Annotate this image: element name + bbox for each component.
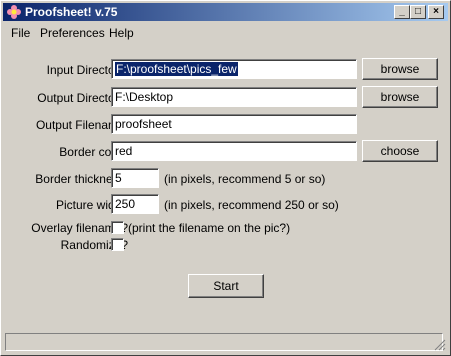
border-thickness-hint: (in pixels, recommend 5 or so): [164, 172, 326, 186]
maximize-icon: □: [414, 6, 422, 17]
start-button[interactable]: Start: [188, 274, 264, 298]
resize-grip-icon[interactable]: [434, 339, 446, 351]
window-title: Proofsheet! v.75: [25, 5, 118, 19]
output-directory-browse-button[interactable]: browse: [362, 86, 438, 108]
randomize-checkbox[interactable]: [111, 238, 124, 251]
minimize-icon: _: [399, 6, 405, 17]
input-directory-value: F:\proofsheet\pics_few: [115, 62, 238, 76]
menu-bar: File Preferences Help: [3, 23, 448, 41]
menu-help[interactable]: Help: [109, 26, 134, 40]
title-bar[interactable]: Proofsheet! v.75 _ □ ×: [3, 3, 448, 21]
minimize-button[interactable]: _: [394, 5, 410, 19]
overlay-filename-checkbox[interactable]: [111, 221, 124, 234]
border-color-field[interactable]: red: [111, 141, 357, 161]
maximize-button[interactable]: □: [410, 5, 426, 19]
picture-width-field[interactable]: 250: [111, 194, 159, 214]
menu-preferences[interactable]: Preferences: [40, 26, 105, 40]
main-window: Proofsheet! v.75 _ □ × File Preferences …: [0, 0, 451, 356]
border-color-choose-button[interactable]: choose: [362, 140, 438, 162]
close-icon: ×: [433, 6, 439, 17]
input-directory-field[interactable]: F:\proofsheet\pics_few: [111, 59, 357, 79]
input-directory-browse-button[interactable]: browse: [362, 58, 438, 80]
output-filename-field[interactable]: proofsheet: [111, 114, 357, 134]
picture-width-hint: (in pixels, recommend 250 or so): [164, 198, 339, 212]
overlay-filename-hint: (print the filename on the pic?): [128, 221, 291, 235]
status-bar: [5, 333, 443, 351]
flower-icon: [7, 5, 21, 19]
menu-file[interactable]: File: [11, 26, 30, 40]
close-button[interactable]: ×: [428, 5, 444, 19]
output-directory-field[interactable]: F:\Desktop: [111, 87, 357, 107]
border-thickness-field[interactable]: 5: [111, 168, 159, 188]
